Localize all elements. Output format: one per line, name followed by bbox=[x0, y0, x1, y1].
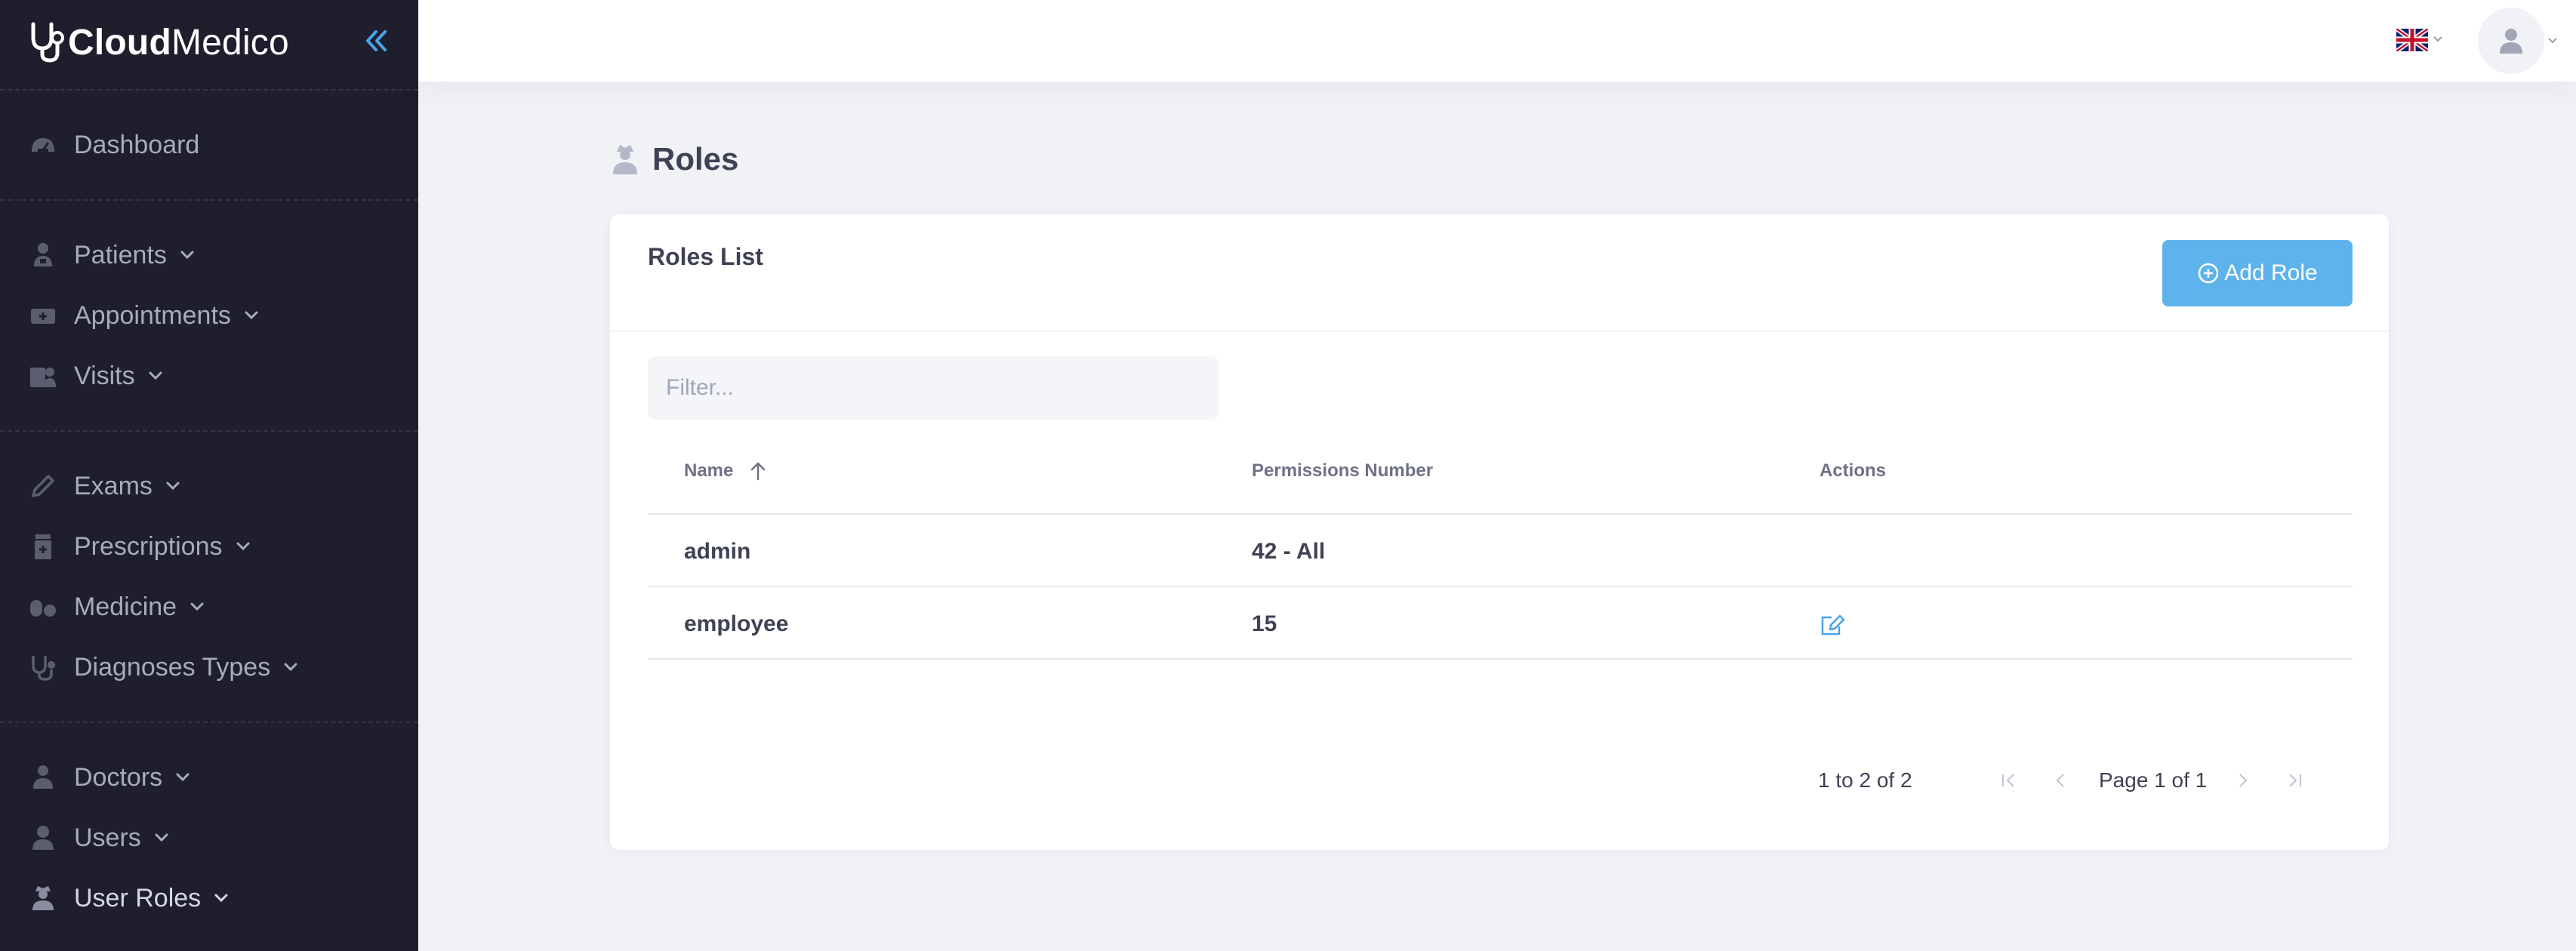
user-menu-chevron-down-icon[interactable] bbox=[2546, 33, 2559, 47]
next-page-icon[interactable] bbox=[2232, 770, 2253, 791]
sidebar: CloudMedico Dashboard Patients Appointme… bbox=[0, 0, 418, 951]
add-role-label: Add Role bbox=[2224, 260, 2318, 285]
table-cell-name: admin bbox=[684, 539, 751, 564]
sidebar-item-prescriptions[interactable]: Prescriptions bbox=[29, 524, 253, 569]
top-header bbox=[418, 0, 2576, 82]
sidebar-divider bbox=[0, 430, 418, 432]
chevron-down-icon bbox=[176, 773, 190, 782]
column-header-label: Permissions Number bbox=[1252, 460, 1434, 481]
sidebar-item-doctors[interactable]: Doctors bbox=[29, 755, 193, 800]
brand-logo[interactable]: CloudMedico bbox=[29, 20, 289, 65]
sidebar-item-label: Appointments bbox=[74, 300, 231, 330]
sidebar-item-label: Medicine bbox=[74, 592, 177, 621]
sidebar-item-visits[interactable]: Visits bbox=[29, 353, 165, 399]
sidebar-divider bbox=[0, 722, 418, 723]
last-page-icon[interactable] bbox=[2285, 770, 2306, 791]
column-header-label: Actions bbox=[1820, 460, 1887, 481]
chevron-down-icon bbox=[149, 371, 162, 380]
column-header-permissions[interactable]: Permissions Number bbox=[1252, 441, 1433, 501]
brand-name-bold: Cloud bbox=[68, 22, 171, 63]
sidebar-item-diagnoses-types[interactable]: Diagnoses Types bbox=[29, 645, 300, 690]
sidebar-item-label: Prescriptions bbox=[74, 531, 223, 561]
table-row-divider bbox=[648, 586, 2353, 587]
user-secret-icon bbox=[613, 145, 637, 174]
sidebar-item-label: Dashboard bbox=[74, 130, 200, 159]
table-row-divider bbox=[648, 658, 2353, 660]
page-title-text: Roles bbox=[652, 141, 739, 177]
sidebar-item-exams[interactable]: Exams bbox=[29, 463, 183, 509]
edit-icon[interactable] bbox=[1820, 613, 1845, 637]
table-cell-permissions: 15 bbox=[1252, 611, 1277, 636]
user-avatar[interactable] bbox=[2478, 8, 2544, 74]
doctor-icon bbox=[33, 765, 53, 789]
stethoscope-icon bbox=[31, 22, 64, 63]
user-icon bbox=[2500, 29, 2522, 54]
add-role-button[interactable]: Add Role bbox=[2162, 240, 2353, 306]
first-page-icon[interactable] bbox=[1998, 770, 2019, 791]
chevron-down-icon bbox=[180, 251, 194, 260]
sidebar-item-label: Users bbox=[74, 823, 141, 852]
chevron-down-icon bbox=[166, 482, 180, 491]
chevron-down-icon bbox=[236, 542, 250, 551]
column-header-actions: Actions bbox=[1820, 441, 1886, 501]
sidebar-item-users[interactable]: Users bbox=[29, 815, 171, 860]
stethoscope-icon bbox=[32, 656, 55, 681]
sidebar-item-user-roles[interactable]: User Roles bbox=[29, 876, 231, 921]
pills-icon bbox=[30, 600, 56, 617]
card-title: Roles List bbox=[648, 243, 763, 270]
dashboard-icon bbox=[32, 138, 54, 152]
pen-icon bbox=[32, 475, 54, 497]
chevron-down-icon bbox=[245, 311, 258, 320]
page-title: Roles bbox=[610, 136, 738, 183]
column-header-name[interactable]: Name bbox=[684, 441, 768, 501]
roles-card: Roles List Add Role Name Permissions Num… bbox=[610, 214, 2389, 850]
language-chevron-down-icon[interactable] bbox=[2431, 32, 2445, 45]
sidebar-item-label: User Roles bbox=[74, 883, 202, 913]
visits-icon bbox=[30, 368, 56, 387]
prescription-icon bbox=[35, 534, 51, 559]
uk-flag-icon[interactable] bbox=[2396, 29, 2428, 51]
sidebar-item-label: Diagnoses Types bbox=[74, 652, 271, 682]
user-icon bbox=[32, 826, 54, 850]
plus-circle-icon bbox=[2199, 263, 2219, 284]
chevron-down-icon bbox=[155, 833, 168, 842]
sidebar-item-appointments[interactable]: Appointments bbox=[29, 293, 261, 338]
sort-ascending-icon[interactable] bbox=[748, 460, 768, 482]
sidebar-item-label: Visits bbox=[74, 361, 135, 390]
brand-name: CloudMedico bbox=[68, 22, 289, 63]
sidebar-item-dashboard[interactable]: Dashboard bbox=[29, 122, 199, 168]
sidebar-item-label: Doctors bbox=[74, 762, 163, 792]
pagination-summary: 1 to 2 of 2 bbox=[1818, 768, 1912, 792]
sidebar-item-label: Exams bbox=[74, 471, 153, 500]
table-header-divider bbox=[648, 513, 2353, 515]
table-cell-permissions: 42 - All bbox=[1252, 539, 1326, 564]
column-header-label: Name bbox=[684, 460, 734, 481]
brand-name-light: Medico bbox=[171, 22, 289, 63]
pagination-page-label: Page 1 of 1 bbox=[2099, 768, 2208, 792]
previous-page-icon[interactable] bbox=[2051, 770, 2072, 791]
sidebar-divider bbox=[0, 89, 418, 91]
chevron-down-icon bbox=[284, 663, 297, 672]
appointment-icon bbox=[31, 309, 55, 324]
user-secret-icon bbox=[32, 886, 54, 910]
collapse-sidebar-icon[interactable] bbox=[361, 26, 391, 56]
table-cell-name: employee bbox=[684, 611, 789, 636]
filter-input[interactable] bbox=[648, 356, 1219, 420]
sidebar-item-patients[interactable]: Patients bbox=[29, 232, 197, 278]
chevron-down-icon bbox=[214, 894, 228, 903]
chevron-down-icon bbox=[190, 602, 204, 611]
sidebar-item-medicine[interactable]: Medicine bbox=[29, 584, 207, 629]
sidebar-divider bbox=[0, 199, 418, 201]
patient-icon bbox=[34, 243, 52, 266]
sidebar-item-label: Patients bbox=[74, 240, 167, 269]
card-header: Roles List Add Role bbox=[610, 214, 2389, 332]
